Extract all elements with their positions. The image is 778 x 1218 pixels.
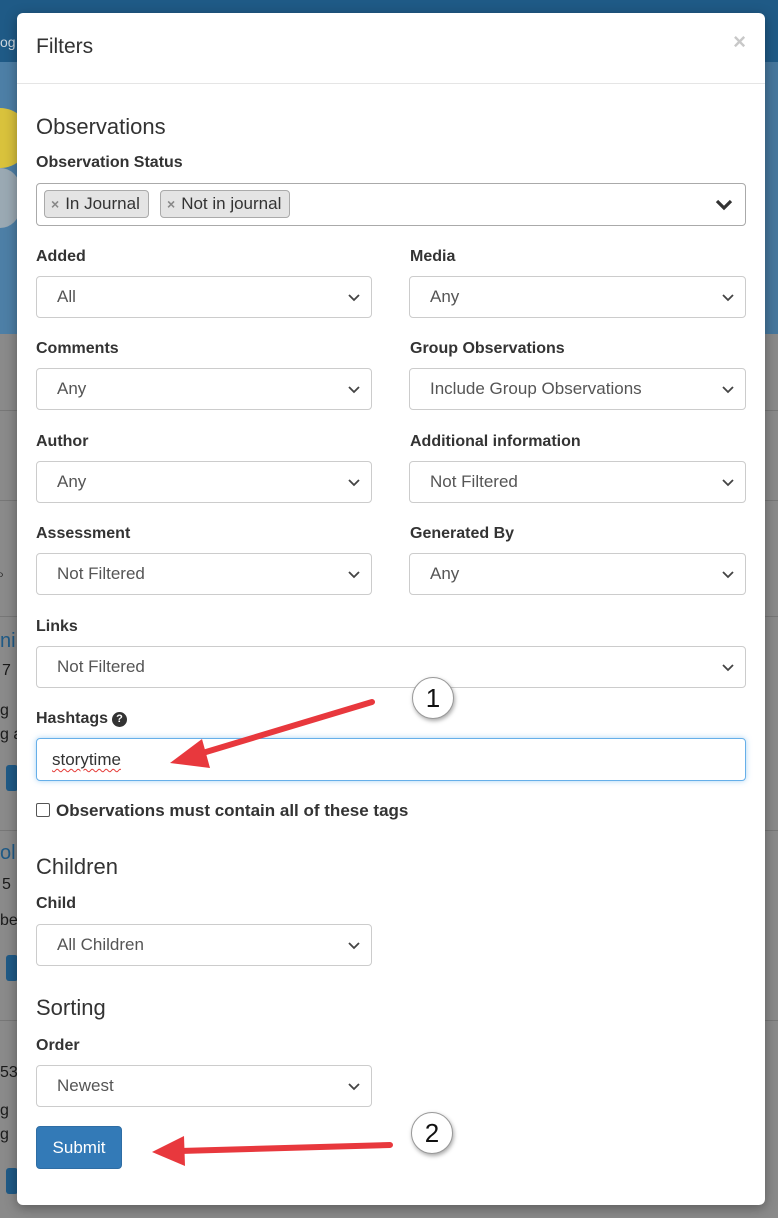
generated-by-label: Generated By bbox=[410, 525, 515, 542]
match-all-tags-checkbox[interactable] bbox=[36, 803, 50, 817]
media-label: Media bbox=[410, 248, 456, 265]
tag-remove-icon[interactable]: × bbox=[167, 196, 175, 212]
media-value: Any bbox=[430, 287, 460, 306]
group-observations-label: Group Observations bbox=[410, 340, 565, 357]
status-tag-label: Not in journal bbox=[181, 194, 282, 213]
added-label: Added bbox=[36, 248, 86, 265]
added-select[interactable]: All bbox=[36, 276, 372, 318]
step-number-badge: 2 bbox=[411, 1112, 453, 1154]
background-text-fragment: 7 bbox=[2, 662, 11, 679]
filters-modal: Filters × Observations Observation Statu… bbox=[17, 13, 765, 1205]
close-icon[interactable]: × bbox=[733, 29, 746, 55]
background-topbar-text: og bbox=[0, 34, 16, 50]
child-select[interactable]: All Children bbox=[36, 924, 372, 966]
modal-title: Filters bbox=[36, 35, 94, 58]
observation-status-label: Observation Status bbox=[36, 154, 183, 171]
background-search-icon: ⌕ bbox=[0, 566, 5, 583]
question-circle-icon[interactable]: ? bbox=[112, 712, 128, 727]
hashtags-input-value: storytime bbox=[52, 750, 121, 769]
chevron-down-icon bbox=[721, 567, 735, 581]
chevron-down-icon[interactable] bbox=[715, 198, 733, 216]
observation-status-multiselect[interactable]: × In Journal × Not in journal bbox=[36, 183, 746, 226]
links-select[interactable]: Not Filtered bbox=[36, 646, 746, 688]
chevron-down-icon bbox=[721, 660, 735, 674]
additional-info-value: Not Filtered bbox=[430, 472, 518, 491]
order-value: Newest bbox=[57, 1076, 114, 1095]
chevron-down-icon bbox=[347, 567, 361, 581]
comments-value: Any bbox=[57, 379, 87, 398]
links-label: Links bbox=[36, 618, 78, 635]
status-tag-label: In Journal bbox=[65, 194, 140, 213]
comments-label: Comments bbox=[36, 340, 119, 357]
observations-section-title: Observations bbox=[36, 114, 166, 139]
hashtags-input[interactable]: storytime bbox=[36, 738, 746, 781]
chevron-down-icon bbox=[347, 290, 361, 304]
status-tag-not-in-journal: × Not in journal bbox=[160, 190, 291, 218]
background-text-fragment: 53 bbox=[0, 1064, 18, 1081]
modal-header: Filters × bbox=[17, 13, 765, 84]
assessment-label: Assessment bbox=[36, 525, 131, 542]
links-value: Not Filtered bbox=[57, 657, 145, 676]
additional-info-label: Additional information bbox=[410, 433, 581, 450]
chevron-down-icon bbox=[347, 475, 361, 489]
chevron-down-icon bbox=[721, 475, 735, 489]
assessment-value: Not Filtered bbox=[57, 564, 145, 583]
chevron-down-icon bbox=[721, 382, 735, 396]
background-text-fragment: g bbox=[0, 1126, 9, 1143]
group-observations-select[interactable]: Include Group Observations bbox=[409, 368, 746, 410]
chevron-down-icon bbox=[347, 382, 361, 396]
author-value: Any bbox=[57, 472, 87, 491]
sorting-section-title: Sorting bbox=[36, 995, 106, 1020]
author-label: Author bbox=[36, 433, 89, 450]
background-banner-edge bbox=[764, 62, 778, 334]
match-all-tags-label[interactable]: Observations must contain all of these t… bbox=[56, 801, 408, 821]
child-label: Child bbox=[36, 895, 76, 912]
chevron-down-icon bbox=[347, 1079, 361, 1093]
chevron-down-icon bbox=[347, 938, 361, 952]
background-text-fragment: ol bbox=[0, 842, 16, 864]
assessment-select[interactable]: Not Filtered bbox=[36, 553, 372, 595]
children-section-title: Children bbox=[36, 854, 118, 879]
submit-button[interactable]: Submit bbox=[36, 1126, 122, 1169]
media-select[interactable]: Any bbox=[409, 276, 746, 318]
hashtags-label-text: Hashtags bbox=[36, 710, 109, 727]
background-text-fragment: g bbox=[0, 702, 9, 719]
background-text-fragment: g bbox=[0, 1102, 9, 1119]
order-label: Order bbox=[36, 1037, 80, 1054]
step-number-badge: 1 bbox=[412, 677, 454, 719]
generated-by-value: Any bbox=[430, 564, 460, 583]
status-tag-in-journal: × In Journal bbox=[44, 190, 149, 218]
added-value: All bbox=[57, 287, 76, 306]
background-text-fragment: be bbox=[0, 912, 18, 929]
hashtags-label: Hashtags? bbox=[36, 710, 128, 728]
order-select[interactable]: Newest bbox=[36, 1065, 372, 1107]
additional-info-select[interactable]: Not Filtered bbox=[409, 461, 746, 503]
chevron-down-icon bbox=[721, 290, 735, 304]
child-value: All Children bbox=[57, 935, 144, 954]
generated-by-select[interactable]: Any bbox=[409, 553, 746, 595]
tag-remove-icon[interactable]: × bbox=[51, 196, 59, 212]
comments-select[interactable]: Any bbox=[36, 368, 372, 410]
group-observations-value: Include Group Observations bbox=[430, 379, 642, 398]
background-text-fragment: ni bbox=[0, 630, 16, 652]
author-select[interactable]: Any bbox=[36, 461, 372, 503]
background-text-fragment: 5 bbox=[2, 876, 11, 893]
